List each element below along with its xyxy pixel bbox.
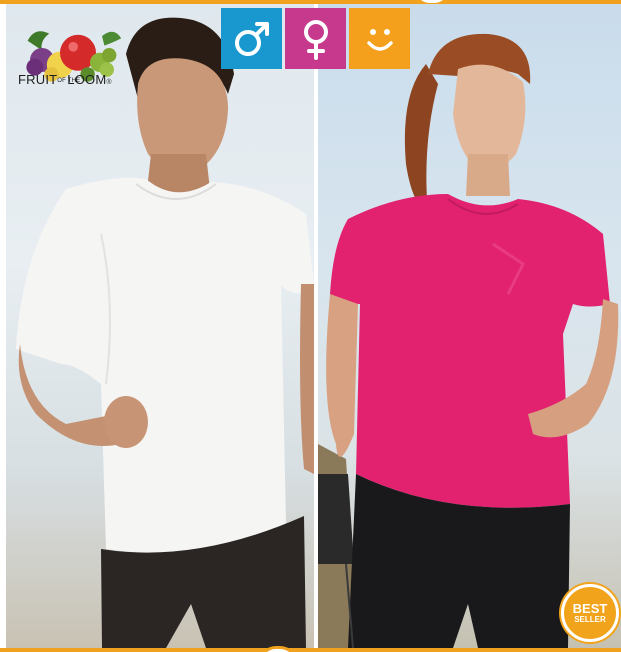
female-symbol-icon [303, 19, 328, 60]
product-banner: FRUITOF THELOOM® BEST SELLER [0, 0, 621, 652]
female-filter-button[interactable] [285, 8, 346, 69]
unisex-filter-button[interactable] [349, 8, 410, 69]
male-model-illustration [16, 17, 314, 648]
fruit-of-the-loom-logo[interactable]: FRUITOF THELOOM® [18, 18, 126, 90]
male-filter-button[interactable] [221, 8, 282, 69]
photo-female-model[interactable]: BEST SELLER [318, 4, 621, 648]
logo-word-of-the: OF THE [57, 78, 81, 84]
female-model-illustration [318, 33, 619, 648]
male-symbol-icon [234, 21, 269, 56]
photo-male-model[interactable]: FRUITOF THELOOM® [6, 4, 314, 648]
best-seller-badge: BEST SELLER [561, 584, 619, 642]
smiley-icon [366, 28, 393, 51]
badge-line-seller: SELLER [574, 614, 606, 624]
logo-registered-mark: ® [106, 79, 112, 86]
badge-line-best: BEST [572, 600, 608, 616]
logo-wordmark: FRUITOF THELOOM® [18, 72, 126, 87]
logo-word-fruit: FRUIT [18, 72, 58, 87]
bottom-accent-rule [0, 648, 621, 652]
logo-word-loom: LOOM [67, 72, 107, 87]
gender-filter-tiles [221, 8, 410, 69]
